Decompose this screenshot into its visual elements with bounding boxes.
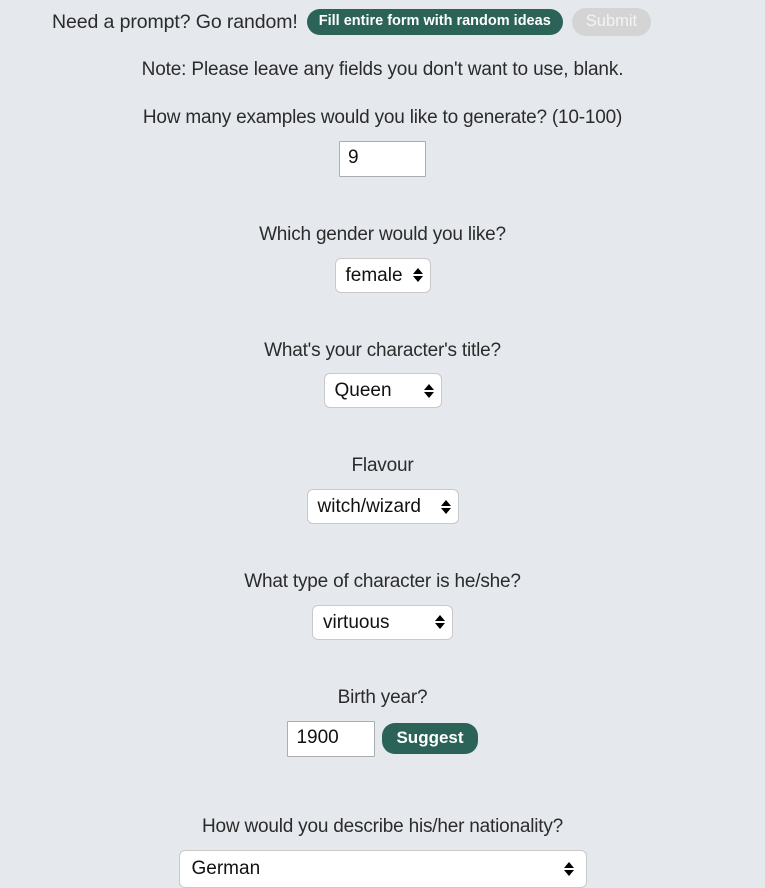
- chevron-updown-icon: [563, 861, 574, 876]
- gender-select[interactable]: female: [334, 257, 431, 293]
- gender-control: female: [0, 257, 765, 293]
- birth-year-label: Birth year?: [337, 686, 428, 708]
- flavour-control: witch/wizard: [0, 489, 765, 525]
- title-select[interactable]: Queen: [323, 373, 442, 409]
- title-select-value: Queen: [334, 380, 392, 402]
- fill-random-button[interactable]: Fill entire form with random ideas: [306, 9, 563, 35]
- random-prompt-label: Need a prompt? Go random!: [52, 10, 298, 33]
- example-count-control: [0, 140, 765, 177]
- character-type-select[interactable]: virtuous: [312, 604, 453, 640]
- field-nationality: How would you describe his/her nationali…: [0, 816, 765, 888]
- example-count-input[interactable]: [339, 140, 426, 177]
- nationality-select-value: German: [191, 858, 261, 880]
- nationality-select[interactable]: German: [178, 849, 587, 888]
- field-gender: Which gender would you like? female: [0, 224, 765, 293]
- character-type-label: What type of character is he/she?: [244, 571, 521, 593]
- nationality-control: German: [0, 849, 765, 888]
- chevron-updown-icon: [423, 383, 434, 398]
- form-note: Note: Please leave any fields you don't …: [141, 59, 624, 80]
- birth-year-control: Suggest: [0, 720, 765, 757]
- character-generator-form: Need a prompt? Go random! Fill entire fo…: [0, 0, 765, 888]
- field-title: What's your character's title? Queen: [0, 340, 765, 409]
- flavour-select-value: witch/wizard: [317, 496, 421, 518]
- gender-select-value: female: [345, 264, 403, 286]
- flavour-select[interactable]: witch/wizard: [306, 489, 459, 525]
- title-control: Queen: [0, 373, 765, 409]
- title-label: What's your character's title?: [264, 339, 501, 361]
- example-count-label: How many examples would you like to gene…: [142, 107, 623, 128]
- birth-year-input[interactable]: [287, 720, 376, 757]
- gender-label: Which gender would you like?: [259, 223, 506, 245]
- field-birth-year: Birth year? Suggest: [0, 687, 765, 757]
- suggest-birth-year-button[interactable]: Suggest: [382, 723, 478, 755]
- chevron-updown-icon: [412, 268, 423, 283]
- field-character-type: What type of character is he/she? virtuo…: [0, 571, 765, 640]
- form-column: Note: Please leave any fields you don't …: [0, 59, 765, 888]
- field-flavour: Flavour witch/wizard: [0, 455, 765, 525]
- chevron-updown-icon: [440, 499, 451, 514]
- submit-button[interactable]: Submit: [571, 7, 652, 37]
- character-type-select-value: virtuous: [323, 611, 390, 633]
- nationality-label: How would you describe his/her nationali…: [201, 815, 564, 837]
- random-prompt-row: Need a prompt? Go random! Fill entire fo…: [0, 0, 765, 37]
- field-example-count: How many examples would you like to gene…: [0, 107, 765, 177]
- flavour-label: Flavour: [351, 455, 414, 477]
- chevron-updown-icon: [435, 615, 445, 630]
- character-type-control: virtuous: [0, 604, 765, 640]
